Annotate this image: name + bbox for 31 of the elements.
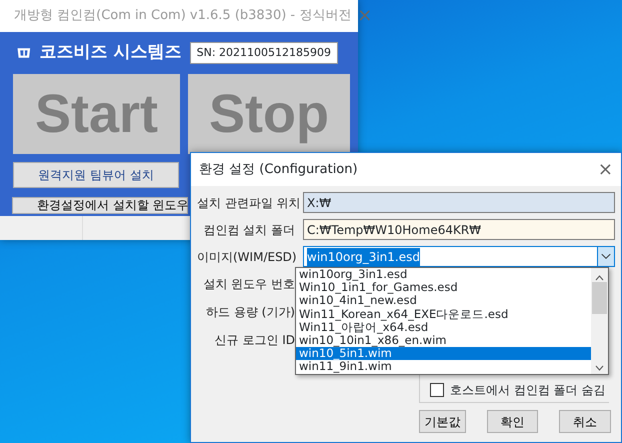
selected-text: win10org_3in1.esd (307, 248, 420, 266)
checkbox-label: 호스트에서 컴인컴 폴더 숨김 (450, 382, 606, 399)
dropdown-option[interactable]: win10_4in1_new.esd (296, 294, 591, 308)
windows-setting-button[interactable]: 환경설정에서 설치할 윈도우 (12, 196, 188, 214)
field-label: 신규 로그인 ID (214, 332, 295, 349)
window-title: 개방형 컴인컴(Com in Com) v1.6.5 (b3830) - 정식버전 (14, 7, 352, 26)
input-field[interactable]: C:₩Temp₩W10Home64KR₩ (303, 219, 615, 240)
dropdown-option[interactable]: Win11_Korean_x64_EXE다운로드.esd (296, 308, 591, 321)
field-label: 하드 용량 (기가) (205, 304, 295, 321)
cancel-button[interactable]: 취소 (559, 410, 611, 433)
default-button[interactable]: 기본값 (419, 410, 466, 433)
close-button[interactable]: × (598, 160, 613, 178)
scrollbar[interactable] (591, 268, 608, 374)
field-label: 컴인컴 설치 폴더 (202, 222, 295, 238)
dropdown-option[interactable]: Win11_아랍어_x64.esd (296, 320, 591, 334)
brand-name: 코즈비즈 시스템즈 (40, 41, 182, 64)
ok-button[interactable]: 확인 (487, 410, 538, 433)
dropdown-option[interactable]: win10_10in1_x86_en.wim (296, 334, 591, 348)
chevron-down-icon[interactable] (597, 247, 614, 266)
checkbox[interactable] (430, 383, 444, 397)
input-field[interactable]: X:₩ (303, 192, 615, 213)
dialog-title: 환경 설정 (Configuration) (199, 160, 358, 179)
dropdown-option[interactable]: win10org_3in1.esd (296, 268, 591, 282)
field-label: 설치 윈도우 번호 (202, 276, 295, 293)
teamviewer-install-button[interactable]: 원격지원 팀뷰어 설치 (13, 162, 179, 188)
field-label: 이미지(WIM/ESD) (197, 248, 295, 266)
dropdown-option[interactable]: win11_9in1.wim (296, 360, 591, 374)
dropdown-option[interactable]: win10_5in1.wim (296, 347, 591, 360)
image-dropdown[interactable]: win10org_3in1.esd (303, 246, 615, 267)
dropdown-option[interactable]: Win10_1in1_for_Games.esd (296, 281, 591, 294)
serial-number: SN: 2021100512185909 (190, 42, 338, 64)
